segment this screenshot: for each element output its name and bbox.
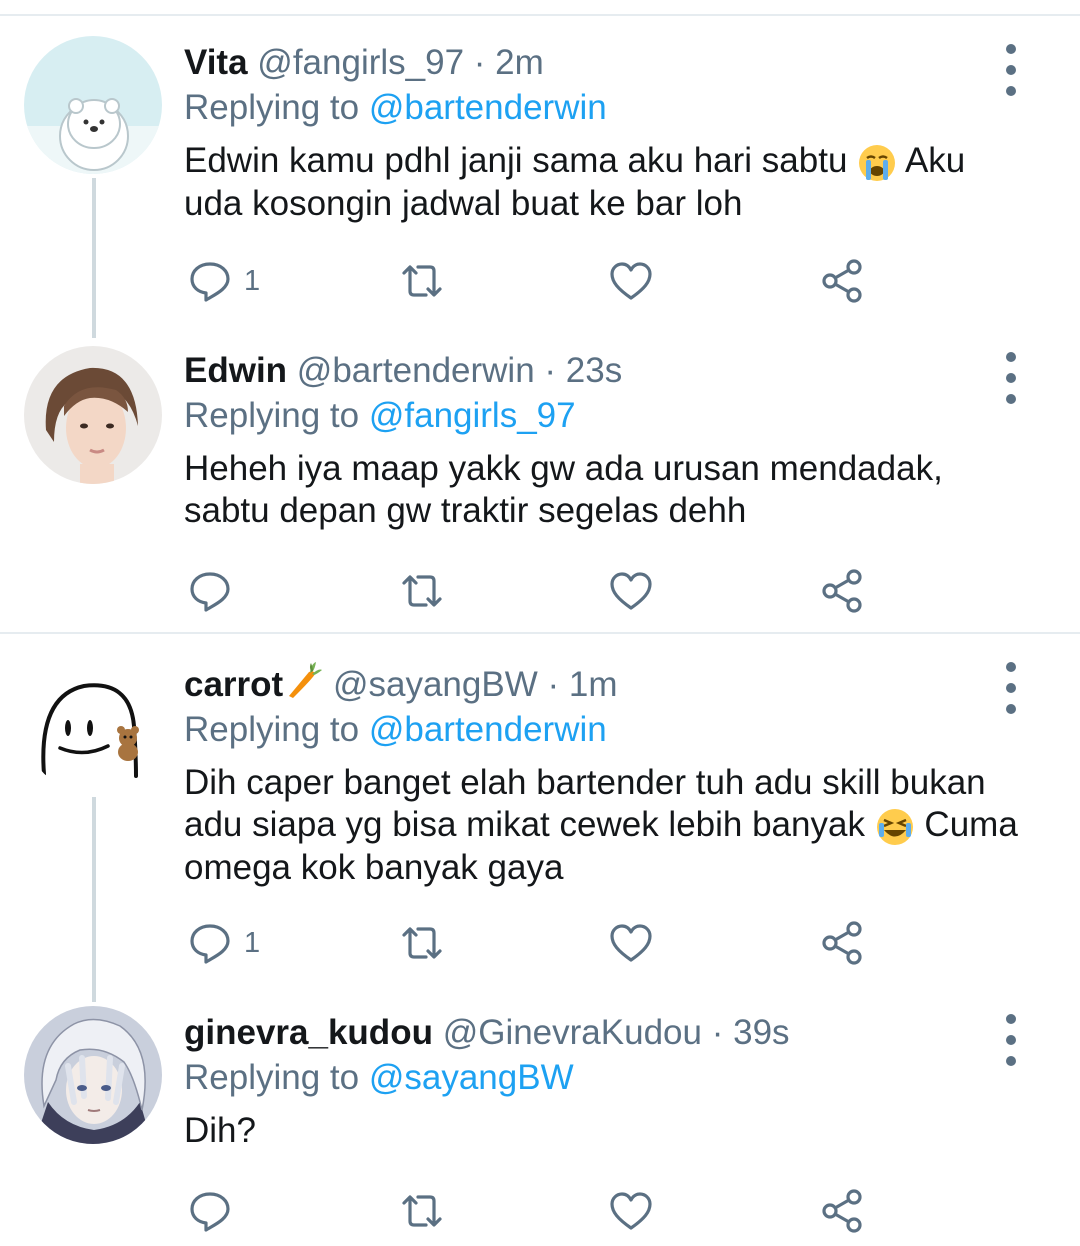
tweet-actions <box>184 566 884 616</box>
retweet-icon <box>402 1195 442 1227</box>
more-options-icon[interactable] <box>996 348 1026 408</box>
tweet-text: Heheh iya maap yakk gw ada urusan mendad… <box>184 449 943 530</box>
share-button[interactable] <box>820 918 866 968</box>
tweet-text: Edwin kamu pdhl janji sama aku hari sabt… <box>184 141 966 223</box>
reply-button[interactable]: 1 <box>188 918 260 968</box>
share-button[interactable] <box>820 566 866 616</box>
young-man-photo-avatar-icon <box>24 346 162 484</box>
retweet-icon <box>402 575 442 607</box>
replying-to: Replying to @bartenderwin <box>184 88 607 127</box>
tweet-text: Dih caper banget elah bartender tuh adu … <box>184 763 1018 887</box>
reply-icon <box>190 1192 230 1232</box>
reply-button[interactable] <box>188 566 244 616</box>
thread-line <box>92 178 96 338</box>
display-name[interactable]: ginevra_kudou <box>184 1013 433 1052</box>
handle[interactable]: @GinevraKudou <box>443 1013 702 1052</box>
mention-link[interactable]: @fangirls_97 <box>369 396 576 435</box>
tweet-actions: 1 <box>184 256 884 306</box>
handle[interactable]: @sayangBW <box>333 665 538 704</box>
avatar[interactable] <box>24 1006 162 1144</box>
timestamp[interactable]: · 2m <box>474 43 544 82</box>
retweet-icon <box>402 265 442 297</box>
display-name[interactable]: Edwin <box>184 351 287 390</box>
doodle-blob-avatar-icon <box>24 656 162 794</box>
reply-count: 1 <box>244 926 261 959</box>
thread-line <box>92 797 96 1002</box>
share-icon <box>822 921 862 965</box>
tweet-header: ginevra_kudou @GinevraKudou · 39s <box>184 1012 1024 1054</box>
replying-to: Replying to @bartenderwin <box>184 710 607 749</box>
grinning-squinting-face-icon <box>876 808 913 845</box>
retweet-button[interactable] <box>398 1186 446 1236</box>
mention-link[interactable]: @bartenderwin <box>369 710 607 749</box>
share-icon <box>822 259 862 303</box>
tweet-actions: 1 <box>184 918 884 968</box>
reply-icon <box>190 924 230 964</box>
share-icon <box>822 1189 862 1233</box>
loudly-crying-face-icon <box>859 144 896 181</box>
handle[interactable]: @fangirls_97 <box>257 43 464 82</box>
more-options-icon[interactable] <box>996 1010 1026 1070</box>
heart-icon <box>610 572 652 610</box>
share-icon <box>822 569 862 613</box>
reply-icon <box>190 572 230 612</box>
retweet-button[interactable] <box>398 256 446 306</box>
tweet-actions <box>184 1186 884 1236</box>
avatar[interactable] <box>24 656 162 794</box>
reply-button[interactable]: 1 <box>188 256 260 306</box>
timestamp[interactable]: · 23s <box>544 351 622 390</box>
retweet-button[interactable] <box>398 918 446 968</box>
reply-count: 1 <box>244 264 261 297</box>
reply-button[interactable] <box>188 1186 244 1236</box>
anime-character-avatar-icon <box>24 1006 162 1144</box>
share-button[interactable] <box>820 1186 866 1236</box>
tweet-header: Edwin @bartenderwin · 23s <box>184 350 1024 392</box>
heart-icon <box>610 1192 652 1230</box>
retweet-icon <box>402 927 442 959</box>
mention-link[interactable]: @sayangBW <box>369 1058 574 1097</box>
polar-bear-avatar-icon <box>24 36 162 174</box>
tweet-header: carrot @sayangBW · 1m <box>184 660 1024 706</box>
avatar[interactable] <box>24 346 162 484</box>
reply-icon <box>190 262 230 302</box>
display-name[interactable]: carrot <box>184 665 283 704</box>
like-button[interactable] <box>608 918 654 968</box>
like-button[interactable] <box>608 256 654 306</box>
heart-icon <box>610 262 652 300</box>
timestamp[interactable]: · 39s <box>712 1013 790 1052</box>
like-button[interactable] <box>608 1186 654 1236</box>
replying-to: Replying to @sayangBW <box>184 1058 574 1097</box>
tweet-header: Vita @fangirls_97 · 2m <box>184 42 1024 84</box>
handle[interactable]: @bartenderwin <box>297 351 535 390</box>
tweet-text: Dih? <box>184 1111 256 1150</box>
heart-icon <box>610 924 652 962</box>
more-options-icon[interactable] <box>996 658 1026 718</box>
top-divider <box>0 14 1080 16</box>
thread-divider <box>0 632 1080 634</box>
mention-link[interactable]: @bartenderwin <box>369 88 607 127</box>
replying-to: Replying to @fangirls_97 <box>184 396 576 435</box>
display-name[interactable]: Vita <box>184 43 248 82</box>
retweet-button[interactable] <box>398 566 446 616</box>
timestamp[interactable]: · 1m <box>547 665 617 704</box>
avatar[interactable] <box>24 36 162 174</box>
carrot-icon <box>289 662 323 698</box>
share-button[interactable] <box>820 256 866 306</box>
like-button[interactable] <box>608 566 654 616</box>
more-options-icon[interactable] <box>996 40 1026 100</box>
